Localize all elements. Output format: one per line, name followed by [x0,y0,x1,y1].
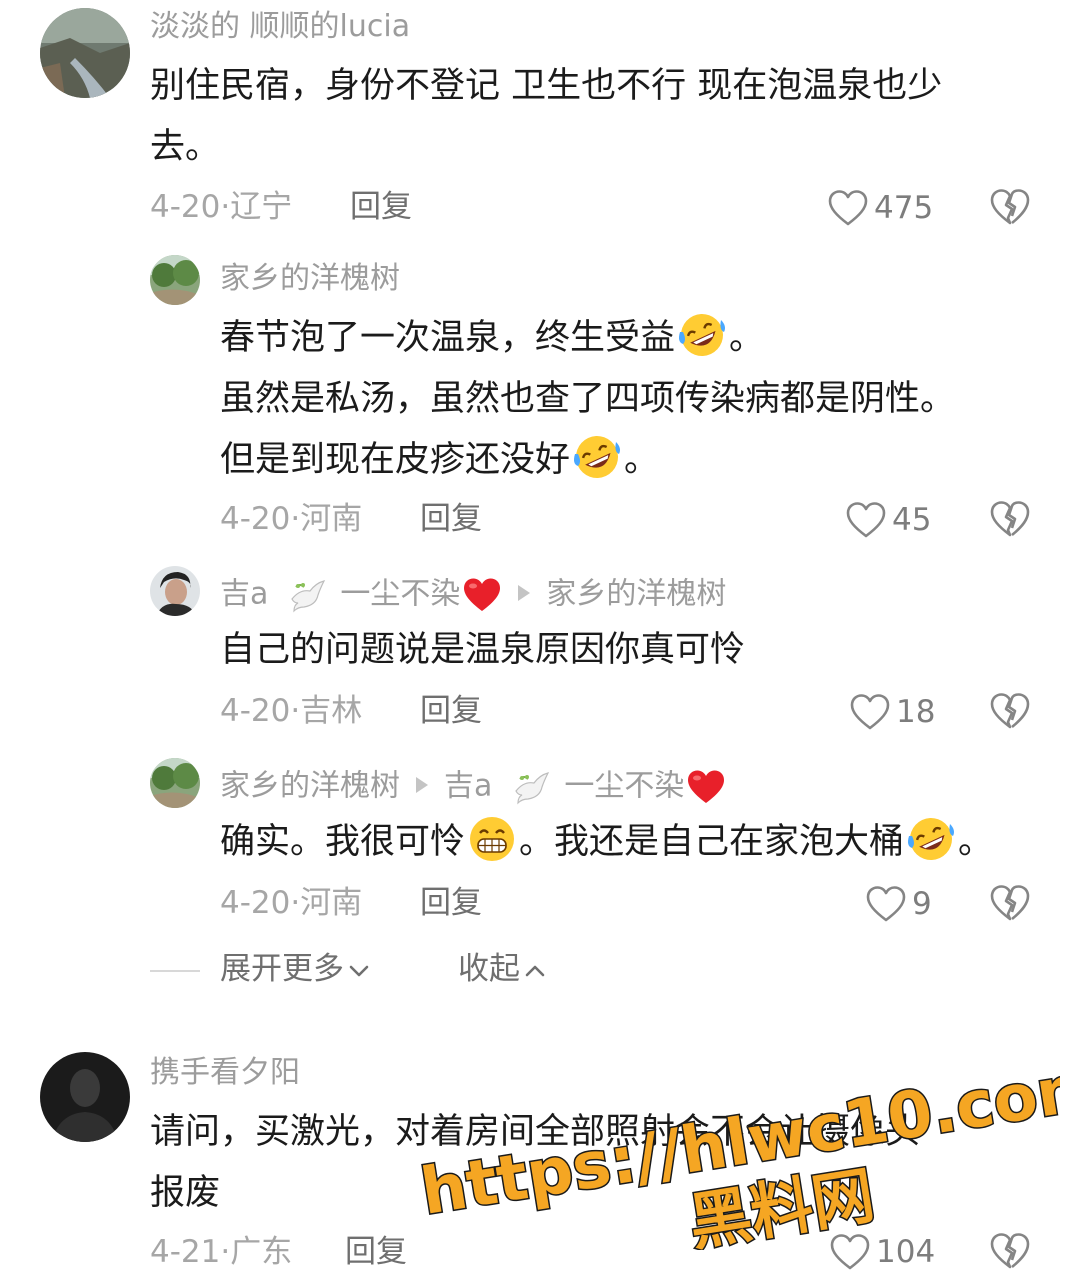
comment-text: 别住民宿，身份不登记 卫生也不行 现在泡温泉也少 去。 [150,66,943,167]
avatar[interactable] [150,566,200,616]
avatar[interactable] [40,1052,130,1142]
comment-meta: 4-20·吉林 [220,693,363,729]
username: 吉a 一尘不染 家乡的洋槐树 [220,576,726,614]
comment-meta: 4-20·河南 [220,885,363,921]
dove-badge-icon [288,577,328,613]
comment-text: 春节泡了一次温泉，终生受益。 虽然是私汤，虽然也查了四项传染病都是阴性。 但是到… [220,308,1040,491]
reply-button[interactable]: 回复 [420,696,482,727]
comment-text: 请问，买激光，对着房间全部照射会不会让摄像头 报废 [150,1112,921,1213]
expand-more-button[interactable]: 展开更多 [220,954,370,985]
grinning-teeth-emoji [467,814,517,864]
heart-outline-icon [830,1233,870,1271]
like-button[interactable]: 475 [828,188,933,228]
like-count: 18 [896,693,936,730]
comment-meta: 4-20·辽宁 [150,189,293,225]
comment-text: 确实。我很可怜 。我还是自己在家泡大桶。 [220,812,1050,873]
avatar[interactable] [40,8,130,98]
reply-arrow-icon [518,585,531,601]
broken-heart-icon[interactable] [990,1232,1030,1270]
badge-name: 一尘不染 [340,576,461,612]
like-button[interactable]: 104 [830,1232,935,1272]
divider [150,970,200,972]
username[interactable]: 家乡的洋槐树 [220,264,400,294]
reply-button[interactable]: 回复 [350,192,412,223]
avatar[interactable] [150,758,200,808]
like-button[interactable]: 45 [846,500,931,540]
reply-button[interactable]: 回复 [345,1237,407,1268]
heart-outline-icon [846,501,886,539]
like-button[interactable]: 9 [866,884,932,924]
rolling-laugh-cry-emoji [677,310,727,360]
like-count: 475 [874,189,934,226]
badge-name: 一尘不染 [564,768,685,804]
reply-to-username[interactable]: 家乡的洋槐树 [546,577,726,612]
reply-button[interactable]: 回复 [420,504,482,535]
username[interactable]: 淡淡的 顺顺的lucia [150,12,410,42]
broken-heart-icon[interactable] [990,188,1030,226]
like-count: 9 [912,885,932,922]
reply-arrow-icon [416,777,428,793]
heart-outline-icon [828,189,868,227]
dove-badge-icon [512,769,552,805]
rolling-laugh-cry-emoji [572,432,622,482]
broken-heart-icon[interactable] [990,884,1030,922]
like-button[interactable]: 18 [850,692,935,732]
red-heart-icon [686,768,726,806]
comment-meta: 4-20·河南 [220,501,363,537]
chevron-down-icon [349,965,369,976]
username: 家乡的洋槐树 吉a 一尘不染 [220,768,726,806]
broken-heart-icon[interactable] [990,692,1030,730]
red-heart-icon [462,576,502,614]
like-count: 45 [892,501,932,538]
chevron-up-icon [525,965,545,976]
like-count: 104 [876,1233,936,1270]
comment-meta: 4-21·广东 [150,1234,293,1270]
heart-outline-icon [866,885,906,923]
reply-button[interactable]: 回复 [420,888,482,919]
thread-controls: 展开更多 收起 [150,950,850,990]
username[interactable]: 携手看夕阳 [150,1058,300,1088]
heart-outline-icon [850,693,890,731]
avatar[interactable] [150,255,200,305]
collapse-button[interactable]: 收起 [458,954,546,985]
reply-to-username[interactable]: 吉a [444,769,492,804]
comment-text: 自己的问题说是温泉原因你真可怜 [220,630,746,670]
rolling-laugh-cry-emoji [906,814,956,864]
broken-heart-icon[interactable] [990,500,1030,538]
